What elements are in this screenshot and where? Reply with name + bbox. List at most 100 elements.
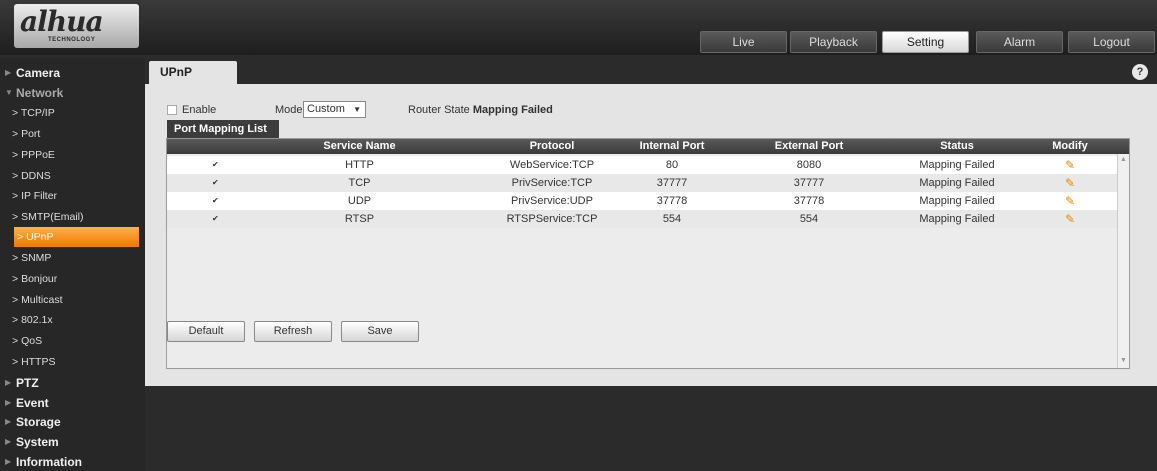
- sidebar-item-text: PPPoE: [21, 149, 55, 161]
- sidebar-item-label: > SNMP: [12, 252, 52, 264]
- edit-pencil-icon[interactable]: ✎: [1065, 194, 1077, 208]
- sidebar-item-https[interactable]: > HTTPS: [0, 352, 145, 372]
- edit-pencil-icon[interactable]: ✎: [1065, 158, 1077, 172]
- cell-status: Mapping Failed: [919, 177, 995, 189]
- cell-external-port: 37778: [793, 195, 825, 207]
- sidebar-item-label: Camera: [16, 66, 61, 80]
- refresh-button[interactable]: Refresh: [254, 321, 332, 342]
- sidebar-item-label: System: [16, 435, 59, 449]
- sidebar-item-text: UPnP: [26, 231, 54, 243]
- chevron-down-icon: ▼: [353, 105, 361, 114]
- sidebar-item-label: PTZ: [16, 376, 39, 390]
- sidebar-item-tcpip[interactable]: > TCP/IP: [0, 103, 145, 123]
- table-header: Service Name Protocol Internal Port Exte…: [167, 139, 1129, 154]
- cell-service-name: HTTP: [345, 159, 374, 171]
- sidebar-item-text: Multicast: [21, 294, 63, 306]
- main-panel: UPnP ? Enable Mode Custom ▼ Router State…: [145, 58, 1157, 386]
- sidebar-item-label: > Multicast: [12, 294, 63, 306]
- col-internal-port: Internal Port: [639, 140, 705, 152]
- edit-pencil-icon[interactable]: ✎: [1065, 176, 1077, 190]
- cell-protocol: RTSPService:TCP: [506, 213, 598, 225]
- sidebar-item-snmp[interactable]: > SNMP: [0, 248, 145, 268]
- cell-internal-port: 80: [665, 159, 679, 171]
- col-protocol: Protocol: [529, 140, 575, 152]
- tab-port-mapping-list[interactable]: Port Mapping List: [167, 120, 279, 138]
- tab-logout[interactable]: Logout: [1068, 31, 1155, 53]
- sidebar-item-label: Information: [16, 455, 82, 469]
- expand-arrow-icon: ▶: [5, 437, 12, 446]
- expand-arrow-icon: ▶: [5, 417, 12, 426]
- cell-status: Mapping Failed: [919, 213, 995, 225]
- sidebar-item-information[interactable]: ▶ Information: [0, 452, 145, 471]
- table-row: TCP PrivService:TCP 37777 37777 Mapping …: [167, 174, 1117, 192]
- tab-alarm[interactable]: Alarm: [976, 31, 1063, 53]
- logo-subtext: TECHNOLOGY: [48, 37, 96, 43]
- sidebar-item-port[interactable]: > Port: [0, 124, 145, 144]
- help-icon[interactable]: ?: [1132, 64, 1148, 80]
- sidebar-item-label: Storage: [16, 415, 61, 429]
- cell-external-port: 37777: [793, 177, 825, 189]
- sidebar-item-label: > SMTP(Email): [12, 211, 84, 223]
- sidebar-item-network[interactable]: ▼ Network: [0, 83, 145, 103]
- sidebar-item-label: > IP Filter: [12, 190, 58, 202]
- sidebar-item-text: HTTPS: [21, 356, 56, 368]
- collapse-arrow-icon: ▼: [5, 88, 13, 97]
- sidebar-item-system[interactable]: ▶ System: [0, 432, 145, 452]
- sidebar-item-label: > HTTPS: [12, 356, 56, 368]
- sidebar-item-text: 802.1x: [21, 314, 53, 326]
- sidebar-item-text: Port: [21, 128, 41, 140]
- sidebar-item-ip-filter[interactable]: > IP Filter: [0, 186, 145, 206]
- cell-internal-port: 37777: [656, 177, 688, 189]
- sidebar-item-8021x[interactable]: > 802.1x: [0, 310, 145, 330]
- row-checkbox[interactable]: [211, 192, 220, 210]
- sidebar-item-camera[interactable]: ▶ Camera: [0, 63, 145, 83]
- logo-text: alhua: [20, 5, 104, 38]
- tab-playback[interactable]: Playback: [790, 31, 877, 53]
- sidebar-item-label: > PPPoE: [12, 149, 55, 161]
- sidebar-item-ddns[interactable]: > DDNS: [0, 166, 145, 186]
- row-checkbox[interactable]: [211, 156, 220, 174]
- save-button[interactable]: Save: [341, 321, 419, 342]
- sidebar-item-upnp[interactable]: > UPnP: [14, 227, 139, 247]
- sidebar-item-qos[interactable]: > QoS: [0, 331, 145, 351]
- cell-service-name: UDP: [347, 195, 372, 207]
- sidebar-item-bonjour[interactable]: > Bonjour: [0, 269, 145, 289]
- cell-status: Mapping Failed: [919, 159, 995, 171]
- mode-select[interactable]: Custom ▼: [303, 101, 366, 118]
- tab-upnp[interactable]: UPnP: [149, 61, 237, 84]
- sidebar-item-text: QoS: [21, 335, 43, 347]
- mode-select-value: Custom: [307, 103, 345, 115]
- scroll-up-icon[interactable]: ▲: [1120, 156, 1127, 163]
- table-row: UDP PrivService:UDP 37778 37778 Mapping …: [167, 192, 1117, 210]
- sidebar-item-ptz[interactable]: ▶ PTZ: [0, 373, 145, 393]
- table-scrollbar[interactable]: ▲ ▼: [1117, 154, 1129, 368]
- sidebar-item-pppoe[interactable]: > PPPoE: [0, 145, 145, 165]
- row-checkbox[interactable]: [211, 210, 220, 228]
- edit-pencil-icon[interactable]: ✎: [1065, 212, 1077, 226]
- sidebar-item-label: Network: [16, 86, 64, 100]
- default-button[interactable]: Default: [167, 321, 245, 342]
- cell-status: Mapping Failed: [919, 195, 995, 207]
- sidebar-item-event[interactable]: ▶ Event: [0, 393, 145, 413]
- sidebar-item-smtp[interactable]: > SMTP(Email): [0, 207, 145, 227]
- top-header: alhua TECHNOLOGY Live Playback Setting A…: [0, 0, 1157, 55]
- tab-setting[interactable]: Setting: [882, 31, 969, 53]
- row-checkbox[interactable]: [211, 174, 220, 192]
- sidebar-item-storage[interactable]: ▶ Storage: [0, 412, 145, 432]
- enable-label: Enable: [182, 104, 217, 116]
- sidebar-item-multicast[interactable]: > Multicast: [0, 290, 145, 310]
- scroll-down-icon[interactable]: ▼: [1120, 357, 1127, 364]
- col-service-name: Service Name: [323, 140, 396, 152]
- expand-arrow-icon: ▶: [5, 398, 12, 407]
- table-row: RTSP RTSPService:TCP 554 554 Mapping Fai…: [167, 210, 1117, 228]
- router-state: Router State Mapping Failed: [408, 102, 553, 118]
- dahua-logo: alhua TECHNOLOGY: [14, 4, 139, 48]
- cell-service-name: RTSP: [344, 213, 375, 225]
- cell-protocol: PrivService:UDP: [511, 195, 593, 207]
- expand-arrow-icon: ▶: [5, 68, 12, 77]
- expand-arrow-icon: ▶: [5, 378, 12, 387]
- tab-live[interactable]: Live: [700, 31, 787, 53]
- sidebar-item-text: TCP/IP: [20, 107, 55, 119]
- sidebar-item-label: > QoS: [12, 335, 43, 347]
- enable-checkbox[interactable]: [167, 105, 177, 115]
